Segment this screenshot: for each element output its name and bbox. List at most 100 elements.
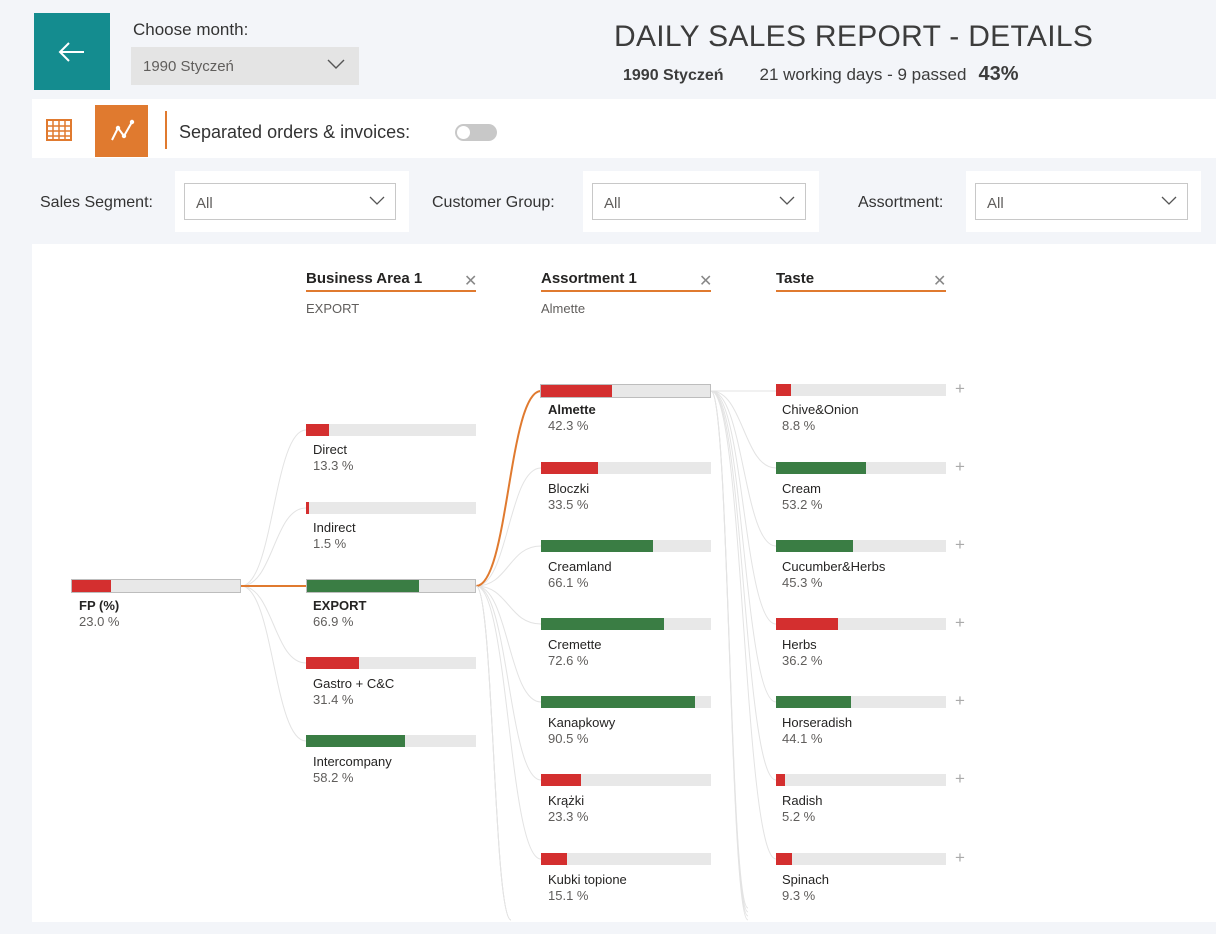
node-fill — [776, 618, 838, 630]
node-bar-bloczki[interactable] — [541, 462, 711, 474]
node-fill — [541, 618, 665, 630]
connector-line — [710, 390, 777, 547]
column-underline — [776, 290, 946, 292]
expand-horseradish-icon[interactable]: + — [955, 691, 965, 711]
node-bar-chive-onion[interactable] — [776, 384, 946, 396]
root-node-fill — [72, 580, 111, 592]
node-fill — [776, 384, 791, 396]
connector-line — [240, 507, 307, 587]
node-label-gastro: Gastro + C&C — [313, 676, 395, 691]
node-fill — [307, 580, 420, 592]
column-header-assortment: Assortment 1 — [541, 270, 637, 287]
remove-taste-icon[interactable]: ✕ — [933, 271, 946, 291]
node-value-herbs: 36.2 % — [782, 653, 823, 668]
node-value-horseradish: 44.1 % — [782, 731, 823, 746]
node-bar-direct[interactable] — [306, 424, 476, 436]
connector-line — [475, 585, 542, 781]
node-fill — [541, 385, 613, 397]
node-value-almette: 42.3 % — [548, 418, 589, 433]
node-label-creamland: Creamland — [548, 559, 612, 574]
node-bar-cream[interactable] — [776, 462, 946, 474]
node-fill — [541, 540, 654, 552]
node-fill — [306, 502, 309, 514]
node-label-intercompany: Intercompany — [313, 754, 392, 769]
root-node-value: 23.0 % — [79, 614, 120, 629]
expand-cucumber-herbs-icon[interactable]: + — [955, 535, 965, 555]
node-value-kanapkowy: 90.5 % — [548, 731, 589, 746]
connector-line — [710, 390, 777, 703]
node-bar-cremette[interactable] — [541, 618, 711, 630]
node-bar-spinach[interactable] — [776, 853, 946, 865]
node-label-horseradish: Horseradish — [782, 715, 853, 730]
node-label-cream: Cream — [782, 481, 822, 496]
node-bar-intercompany[interactable] — [306, 735, 476, 747]
expand-radish-icon[interactable]: + — [955, 769, 965, 789]
node-value-radish: 5.2 % — [782, 809, 816, 824]
connector-line — [475, 585, 542, 625]
business-area-selection: EXPORT — [306, 301, 360, 316]
node-bar-kubki-topione[interactable] — [541, 853, 711, 865]
node-value-cream: 53.2 % — [782, 497, 823, 512]
node-value-gastro: 31.4 % — [313, 692, 354, 707]
node-bar-cucumber-herbs[interactable] — [776, 540, 946, 552]
node-label-cremette: Cremette — [548, 637, 602, 652]
column-underline — [541, 290, 711, 292]
node-bar-almette[interactable] — [540, 384, 711, 398]
node-fill — [776, 696, 851, 708]
node-fill — [776, 853, 792, 865]
expand-cream-icon[interactable]: + — [955, 457, 965, 477]
node-label-chive-onion: Chive&Onion — [782, 402, 859, 417]
node-bar-indirect[interactable] — [306, 502, 476, 514]
node-bar-herbs[interactable] — [776, 618, 946, 630]
node-value-indirect: 1.5 % — [313, 536, 347, 551]
node-bar-horseradish[interactable] — [776, 696, 946, 708]
node-bar-radish[interactable] — [776, 774, 946, 786]
node-value-krazki: 23.3 % — [548, 809, 589, 824]
connector-line — [240, 429, 307, 587]
expand-chive-onion-icon[interactable]: + — [955, 379, 965, 399]
node-label-almette: Almette — [548, 402, 596, 417]
remove-assortment-icon[interactable]: ✕ — [699, 271, 712, 291]
node-label-spinach: Spinach — [782, 872, 829, 887]
connector-line — [710, 390, 749, 909]
node-fill — [541, 696, 695, 708]
node-value-intercompany: 58.2 % — [313, 770, 354, 785]
node-value-bloczki: 33.5 % — [548, 497, 589, 512]
node-bar-gastro[interactable] — [306, 657, 476, 669]
expand-herbs-icon[interactable]: + — [955, 613, 965, 633]
node-label-radish: Radish — [782, 793, 823, 808]
node-label-export: EXPORT — [313, 598, 367, 613]
root-node-label: FP (%) — [79, 598, 120, 613]
node-value-creamland: 66.1 % — [548, 575, 589, 590]
node-value-chive-onion: 8.8 % — [782, 418, 816, 433]
node-fill — [541, 774, 581, 786]
connector-line — [240, 585, 307, 664]
node-bar-krazki[interactable] — [541, 774, 711, 786]
node-label-kubki-topione: Kubki topione — [548, 872, 627, 887]
remove-business-area-icon[interactable]: ✕ — [464, 271, 477, 291]
root-node-bar[interactable] — [71, 579, 241, 593]
node-value-export: 66.9 % — [313, 614, 354, 629]
expand-spinach-icon[interactable]: + — [955, 848, 965, 868]
node-fill — [306, 424, 329, 436]
node-label-cucumber-herbs: Cucumber&Herbs — [782, 559, 886, 574]
node-fill — [541, 462, 598, 474]
assortment-selection: Almette — [541, 301, 586, 316]
node-label-kanapkowy: Kanapkowy — [548, 715, 616, 730]
node-value-cucumber-herbs: 45.3 % — [782, 575, 823, 590]
node-value-spinach: 9.3 % — [782, 888, 816, 903]
active-connector-line — [475, 390, 542, 587]
connector-line — [240, 585, 307, 742]
node-fill — [776, 540, 853, 552]
node-bar-creamland[interactable] — [541, 540, 711, 552]
column-header-business-area: Business Area 1 — [306, 270, 423, 287]
node-label-herbs: Herbs — [782, 637, 817, 652]
node-value-cremette: 72.6 % — [548, 653, 589, 668]
node-label-krazki: Krążki — [548, 793, 585, 808]
node-bar-kanapkowy[interactable] — [541, 696, 711, 708]
node-label-direct: Direct — [313, 442, 347, 457]
node-bar-export[interactable] — [306, 579, 476, 593]
node-fill — [306, 657, 360, 669]
node-value-kubki-topione: 15.1 % — [548, 888, 589, 903]
node-fill — [306, 735, 405, 747]
